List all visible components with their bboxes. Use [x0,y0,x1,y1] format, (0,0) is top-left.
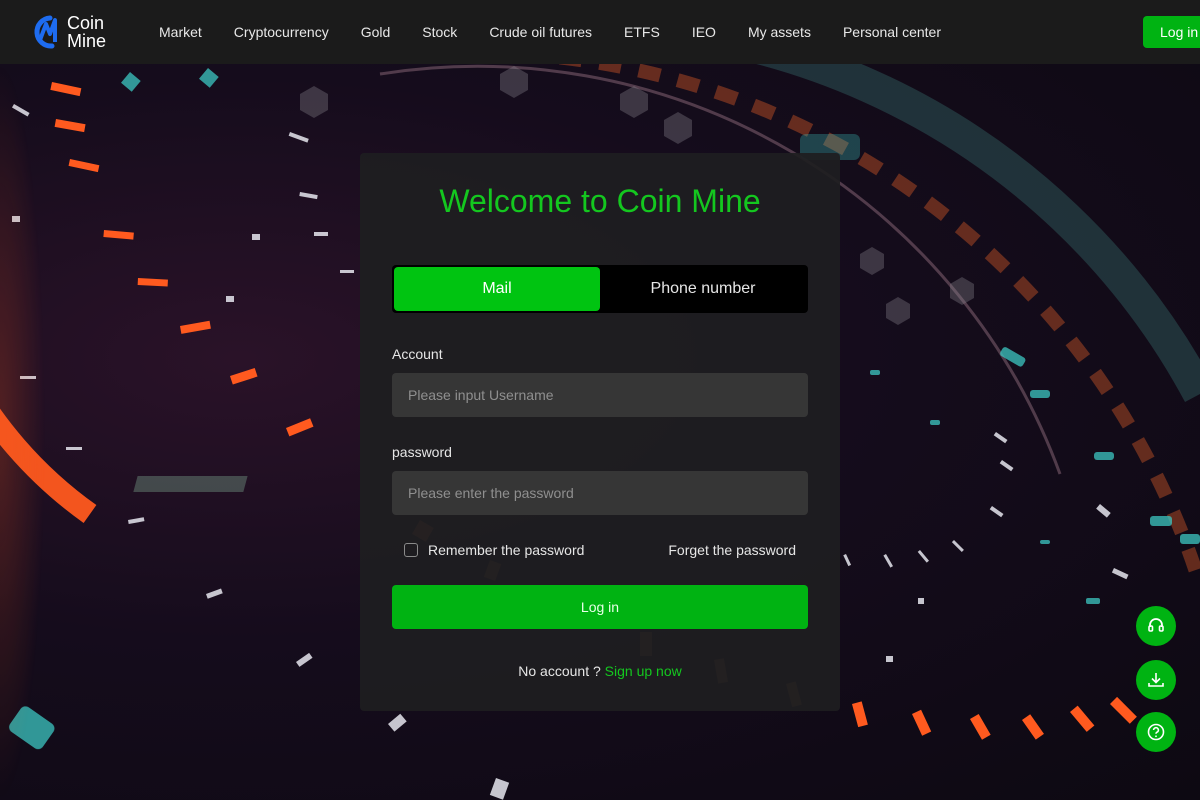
login-title: Welcome to Coin Mine [439,183,761,219]
password-label: password [392,444,452,460]
coin-mine-logo-icon [34,15,57,49]
tab-phone-number[interactable]: Phone number [600,267,806,311]
customer-service-button[interactable] [1136,606,1176,646]
signup-prompt: No account ? Sign up now [360,663,840,679]
nav-item-stock[interactable]: Stock [406,0,473,64]
nav-item-market[interactable]: Market [143,0,218,64]
main-nav: Market Cryptocurrency Gold Stock Crude o… [143,0,957,64]
nav-item-my-assets[interactable]: My assets [732,0,827,64]
account-input[interactable] [392,373,808,417]
no-account-text: No account ? [518,663,601,679]
help-icon [1147,723,1165,741]
header-login-button[interactable]: Log in [1143,16,1200,48]
brand-name-line1: Coin [67,13,105,33]
download-icon [1148,673,1164,687]
help-button[interactable] [1136,712,1176,752]
nav-item-crude-oil-futures[interactable]: Crude oil futures [473,0,608,64]
remember-password-label: Remember the password [428,542,585,558]
nav-item-etfs[interactable]: ETFS [608,0,676,64]
login-card: Welcome to Coin Mine Mail Phone number A… [360,153,840,711]
tab-mail[interactable]: Mail [394,267,600,311]
nav-item-personal-center[interactable]: Personal center [827,0,957,64]
brand-name: Coin Mine [67,14,106,50]
brand-name-line2: Mine [67,31,107,51]
password-input[interactable] [392,471,808,515]
account-label: Account [392,346,443,362]
sign-up-link[interactable]: Sign up now [605,663,682,679]
login-button[interactable]: Log in [392,585,808,629]
headset-icon [1148,618,1164,632]
download-app-button[interactable] [1136,660,1176,700]
remember-password-checkbox[interactable] [404,543,418,557]
nav-item-gold[interactable]: Gold [345,0,407,64]
nav-item-cryptocurrency[interactable]: Cryptocurrency [218,0,345,64]
top-navbar: Coin Mine Market Cryptocurrency Gold Sto… [0,0,1200,64]
nav-item-ieo[interactable]: IEO [676,0,732,64]
remember-password-toggle[interactable]: Remember the password [404,542,584,558]
brand-logo[interactable]: Coin Mine [30,12,106,52]
login-method-tabs: Mail Phone number [392,265,808,313]
forget-password-link[interactable]: Forget the password [668,542,796,558]
